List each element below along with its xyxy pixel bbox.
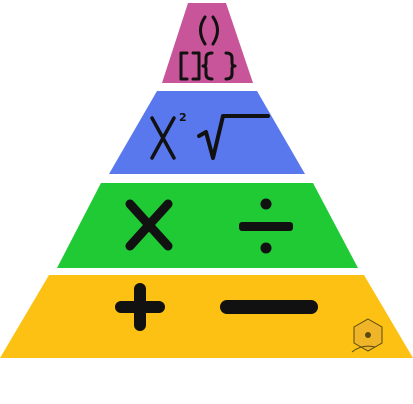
badge-dot bbox=[365, 332, 371, 338]
minus-symbol bbox=[220, 300, 318, 314]
exponent-two: 2 bbox=[179, 111, 187, 124]
pyramid-level-bottom bbox=[0, 275, 413, 358]
pyramid-diagram: 2 bbox=[0, 0, 413, 400]
pyramid-level-third bbox=[57, 183, 358, 268]
pyramid-svg: 2 bbox=[0, 3, 413, 358]
